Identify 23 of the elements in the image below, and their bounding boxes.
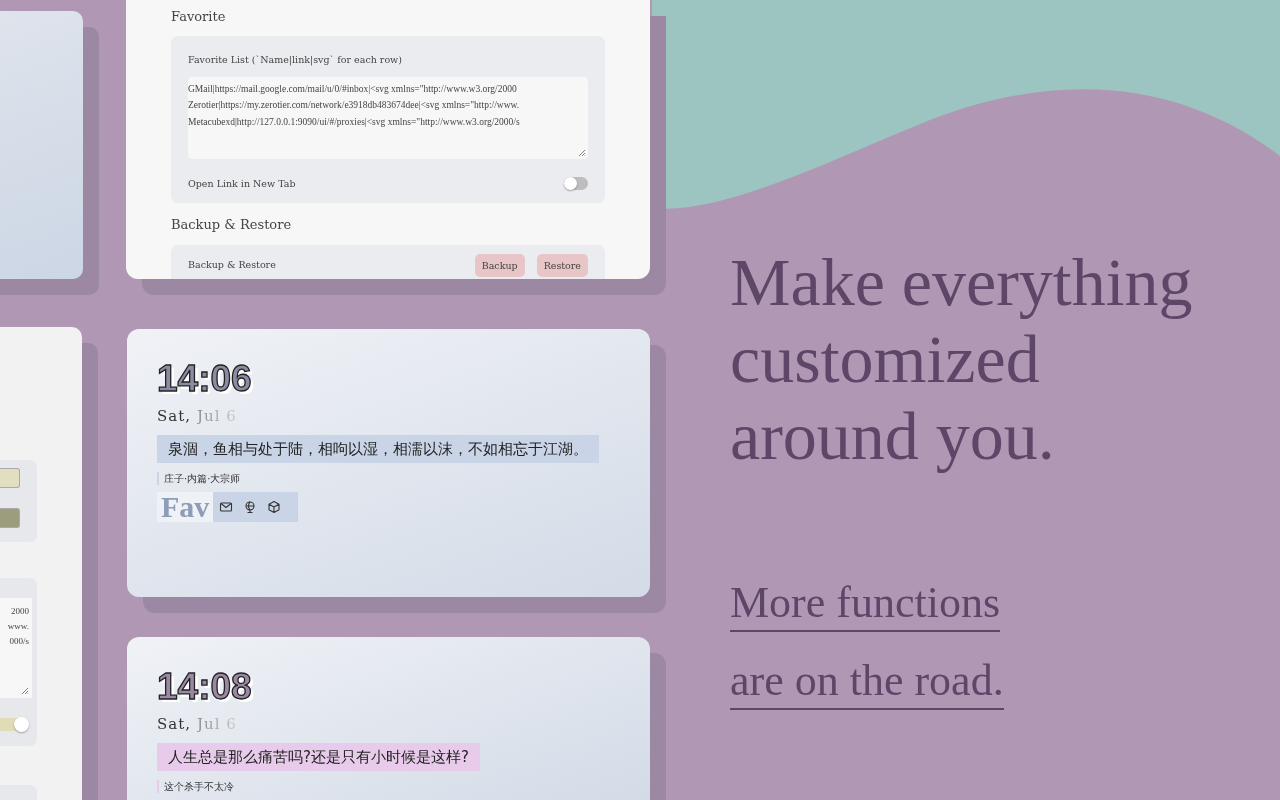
subline-text: More functions (730, 575, 1001, 632)
quote-source: 庄子·内篇·大宗师 (157, 472, 241, 485)
weekday-text: Sat, (157, 715, 191, 733)
headline-text: customized (730, 321, 1040, 398)
headline-text: around you. (730, 398, 1055, 475)
clock-time: 14:06 (157, 359, 252, 399)
weekday-text: Sat, (157, 407, 191, 425)
subline-text: are on the road. (730, 653, 1004, 710)
field-label: Favorite List (`Name|link|svg` for each row) (188, 54, 402, 66)
setting-label: Open Link in New Tab (188, 177, 296, 190)
backup-restore-button[interactable]: Restore (536, 253, 588, 277)
favorites-title: Fav (157, 492, 214, 522)
backup-restore-button[interactable]: Backup (474, 253, 525, 277)
section-title: Favorite (171, 9, 226, 25)
favorite-list-field[interactable]: 2000 www. 000/s (0, 598, 32, 698)
clock-time: 14:08 (157, 667, 252, 707)
favorite-list-field[interactable]: GMail|https://mail.google.com/mail/u/0/#inbox|<svg xmlns="http://www.w3.org/2000 Zerotier|https://my.zerotier.com/network/e3918db483674dee|<svg xmlns="http://www. Metacubexd|http://127.0.0.1:9090/ui/#/proxies|<svg xmlns="http://www.w3.org/2000/s (188, 77, 588, 159)
section-title: Backup & Restore (171, 217, 292, 233)
headline-text: Make everything (730, 244, 1193, 321)
quote-text: 泉涸，鱼相与处于陆，相呴以湿，相濡以沫，不如相忘于江湖。 (157, 435, 599, 463)
quote-text: 人生总是那么痛苦吗?还是只有小时候是这样? (157, 743, 480, 771)
quote-source: 这个杀手不太冷 (157, 780, 234, 793)
setting-label: Backup & Restore (188, 259, 276, 271)
